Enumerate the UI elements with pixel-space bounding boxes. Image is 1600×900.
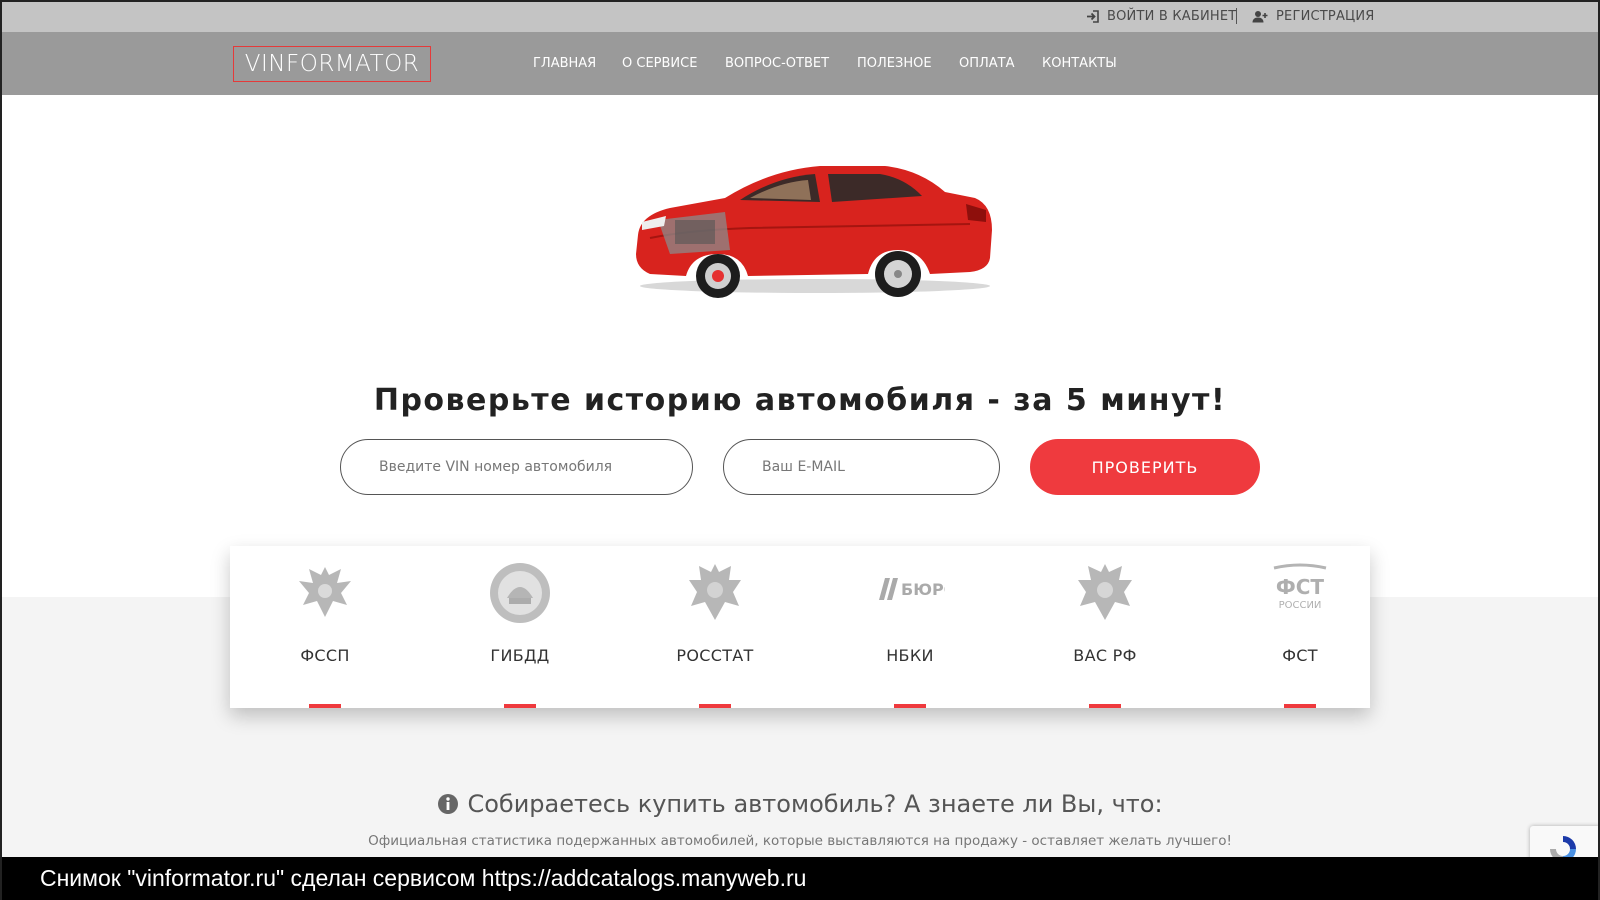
source-name: НБКИ (886, 646, 934, 665)
source-underline (309, 704, 341, 708)
source-name: ГИБДД (490, 646, 550, 665)
source-rosstat[interactable]: РОССТАТ (620, 546, 810, 708)
check-button[interactable]: ПРОВЕРИТЬ (1030, 439, 1260, 495)
car-illustration (630, 150, 1000, 300)
user-plus-icon (1252, 10, 1268, 22)
source-vas-rf[interactable]: ВАС РФ (1010, 546, 1200, 708)
source-name: ФСТ (1282, 646, 1318, 665)
top-separator (1236, 8, 1237, 24)
info-subtitle: Официальная статистика подержанных автом… (368, 833, 1232, 849)
source-name: РОССТАТ (676, 646, 754, 665)
source-name: ФССП (300, 646, 350, 665)
source-underline (894, 704, 926, 708)
register-label: РЕГИСТРАЦИЯ (1276, 8, 1375, 24)
email-input[interactable] (723, 439, 1000, 495)
source-gibdd[interactable]: ГИБДД (425, 546, 615, 708)
source-underline (1089, 704, 1121, 708)
nav-item-about[interactable]: О СЕРВИСЕ (622, 32, 697, 95)
source-underline (699, 704, 731, 708)
sources-card: ФССП ГИБДД РОССТАТ БЮРО (230, 546, 1370, 708)
source-underline (1284, 704, 1316, 708)
info-circle-icon (438, 794, 459, 814)
hero-title: Проверьте историю автомобиля - за 5 мину… (373, 383, 1227, 418)
info-title-text: Собираетесь купить автомобиль? А знаете … (467, 790, 1163, 818)
login-link[interactable]: ВОЙТИ В КАБИНЕТ (1086, 0, 1236, 32)
source-nbki[interactable]: БЮРО НБКИ (815, 546, 1005, 708)
fst-logo-icon: ФСТ РОССИИ (1265, 558, 1335, 628)
source-fst[interactable]: ФСТ РОССИИ ФСТ (1205, 546, 1395, 708)
screenshot-caption-banner: Снимок "vinformator.ru" сделан сервисом … (0, 857, 1600, 900)
nav-item-useful[interactable]: ПОЛЕЗНОЕ (857, 32, 932, 95)
logo-text: VINFORMATOR (244, 51, 420, 77)
eagle-emblem-icon (1070, 558, 1140, 628)
eagle-emblem-icon (290, 558, 360, 628)
bureau-logo-text: БЮРО (901, 580, 945, 599)
source-name: ВАС РФ (1073, 646, 1137, 665)
source-underline (504, 704, 536, 708)
fst-logo-text: ФСТ (1276, 575, 1325, 599)
sign-in-icon (1087, 9, 1099, 23)
login-label: ВОЙТИ В КАБИНЕТ (1107, 8, 1237, 24)
vin-input[interactable] (340, 439, 693, 495)
bureau-logo-icon: БЮРО (875, 554, 945, 624)
nav-item-payment[interactable]: ОПЛАТА (959, 32, 1015, 95)
top-bar: ВОЙТИ В КАБИНЕТ РЕГИСТРАЦИЯ (0, 0, 1600, 32)
nav-item-faq[interactable]: ВОПРОС-ОТВЕТ (725, 32, 829, 95)
gibdd-emblem-icon (485, 558, 555, 628)
main-navbar: VINFORMATOR ГЛАВНАЯ О СЕРВИСЕ ВОПРОС-ОТВ… (0, 32, 1600, 95)
eagle-emblem-icon (680, 558, 750, 628)
fst-logo-subtext: РОССИИ (1279, 600, 1322, 611)
info-heading: Собираетесь купить автомобиль? А знаете … (0, 790, 1600, 818)
register-link[interactable]: РЕГИСТРАЦИЯ (1252, 0, 1375, 32)
nav-item-contacts[interactable]: КОНТАКТЫ (1042, 32, 1117, 95)
nav-item-home[interactable]: ГЛАВНАЯ (533, 32, 596, 95)
site-logo[interactable]: VINFORMATOR (233, 46, 431, 82)
source-fssp[interactable]: ФССП (230, 546, 420, 708)
